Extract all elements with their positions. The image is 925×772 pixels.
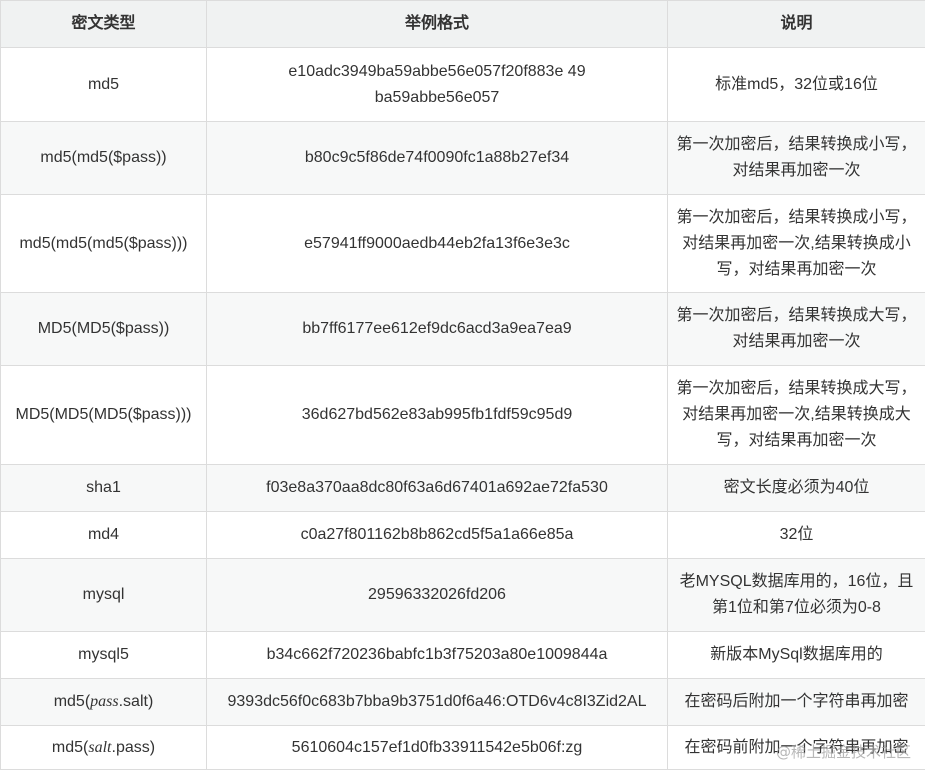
type-prefix: md5( bbox=[51, 738, 89, 756]
cell-example: c0a27f801162b8b862cd5f5a1a66e85a bbox=[206, 511, 668, 559]
cell-type: md5(md5(md5($pass))) bbox=[0, 194, 207, 293]
cell-type: MD5(MD5(MD5($pass))) bbox=[0, 365, 207, 465]
table-row: MD5(MD5($pass)) bb7ff6177ee612ef9dc6acd3… bbox=[0, 292, 925, 366]
cell-desc: 在密码后附加一个字符串再加密 bbox=[667, 678, 925, 726]
cell-desc: 第一次加密后，结果转换成大写，对结果再加密一次 bbox=[667, 292, 925, 366]
cell-example: f03e8a370aa8dc80f63a6d67401a692ae72fa530 bbox=[206, 464, 668, 512]
type-variable: pass bbox=[90, 693, 119, 710]
cell-desc: 第一次加密后，结果转换成小写，对结果再加密一次,结果转换成小写，对结果再加密一次 bbox=[667, 194, 925, 293]
cell-type: sha1 bbox=[0, 464, 207, 512]
cell-desc: 32位 bbox=[667, 511, 925, 559]
type-variable: salt bbox=[88, 738, 112, 756]
cell-type: mysql5 bbox=[0, 631, 207, 679]
table-row: md5(pass.salt) 9393dc56f0c683b7bba9b3751… bbox=[0, 678, 925, 726]
cell-type: md5 bbox=[0, 47, 207, 122]
cell-example: 29596332026fd206 bbox=[206, 558, 668, 632]
cell-example: 5610604c157ef1d0fb33911542e5b06f:zg bbox=[206, 725, 668, 770]
table-row: mysql5 b34c662f720236babfc1b3f75203a80e1… bbox=[0, 631, 925, 679]
cell-example: bb7ff6177ee612ef9dc6acd3a9ea7ea9 bbox=[206, 292, 668, 366]
watermark: @稀土掘金技术社区 bbox=[775, 743, 911, 761]
type-suffix: .pass) bbox=[111, 738, 156, 756]
cell-type: md5(salt.pass) bbox=[0, 725, 207, 770]
cell-example: 9393dc56f0c683b7bba9b3751d0f6a46:OTD6v4c… bbox=[206, 678, 668, 726]
cell-desc: 老MYSQL数据库用的，16位，且第1位和第7位必须为0-8 bbox=[667, 558, 925, 632]
header-desc: 说明 bbox=[667, 0, 925, 48]
header-row: 密文类型 举例格式 说明 bbox=[0, 0, 925, 48]
type-prefix: md5( bbox=[53, 693, 91, 710]
cell-desc: 标准md5，32位或16位 bbox=[667, 47, 925, 122]
table-row: sha1 f03e8a370aa8dc80f63a6d67401a692ae72… bbox=[0, 464, 925, 512]
cell-desc: 第一次加密后，结果转换成大写，对结果再加密一次,结果转换成大写，对结果再加密一次 bbox=[667, 365, 925, 465]
cell-example: 36d627bd562e83ab995fb1fdf59c95d9 bbox=[206, 365, 668, 465]
cell-example: b34c662f720236babfc1b3f75203a80e1009844a bbox=[206, 631, 668, 679]
cell-type: md4 bbox=[0, 511, 207, 559]
table-row: md5(md5(md5($pass))) e57941ff9000aedb44e… bbox=[0, 194, 925, 293]
header-example: 举例格式 bbox=[206, 0, 668, 48]
table-row: MD5(MD5(MD5($pass))) 36d627bd562e83ab995… bbox=[0, 365, 925, 465]
cell-type: MD5(MD5($pass)) bbox=[0, 292, 207, 366]
cell-desc: 新版本MySql数据库用的 bbox=[667, 631, 925, 679]
cell-type: mysql bbox=[0, 558, 207, 632]
cell-type: md5(pass.salt) bbox=[0, 678, 207, 726]
cell-example: b80c9c5f86de74f0090fc1a88b27ef34 bbox=[206, 121, 668, 195]
table-row: mysql 29596332026fd206 老MYSQL数据库用的，16位，且… bbox=[0, 558, 925, 632]
cipher-table: 密文类型 举例格式 说明 md5 e10adc3949ba59abbe56e05… bbox=[0, 0, 925, 770]
cell-type: md5(md5($pass)) bbox=[0, 121, 207, 195]
cell-desc: 第一次加密后，结果转换成小写，对结果再加密一次 bbox=[667, 121, 925, 195]
cell-example: e10adc3949ba59abbe56e057f20f883e 49ba59a… bbox=[206, 47, 668, 122]
cell-desc: 密文长度必须为40位 bbox=[667, 464, 925, 512]
table-row: md5 e10adc3949ba59abbe56e057f20f883e 49b… bbox=[0, 47, 925, 122]
header-type: 密文类型 bbox=[0, 0, 207, 48]
table-row: md5(md5($pass)) b80c9c5f86de74f0090fc1a8… bbox=[0, 121, 925, 195]
table-row: md4 c0a27f801162b8b862cd5f5a1a66e85a 32位 bbox=[0, 511, 925, 559]
cell-example: e57941ff9000aedb44eb2fa13f6e3e3c bbox=[206, 194, 668, 293]
type-suffix: .salt) bbox=[118, 693, 154, 710]
